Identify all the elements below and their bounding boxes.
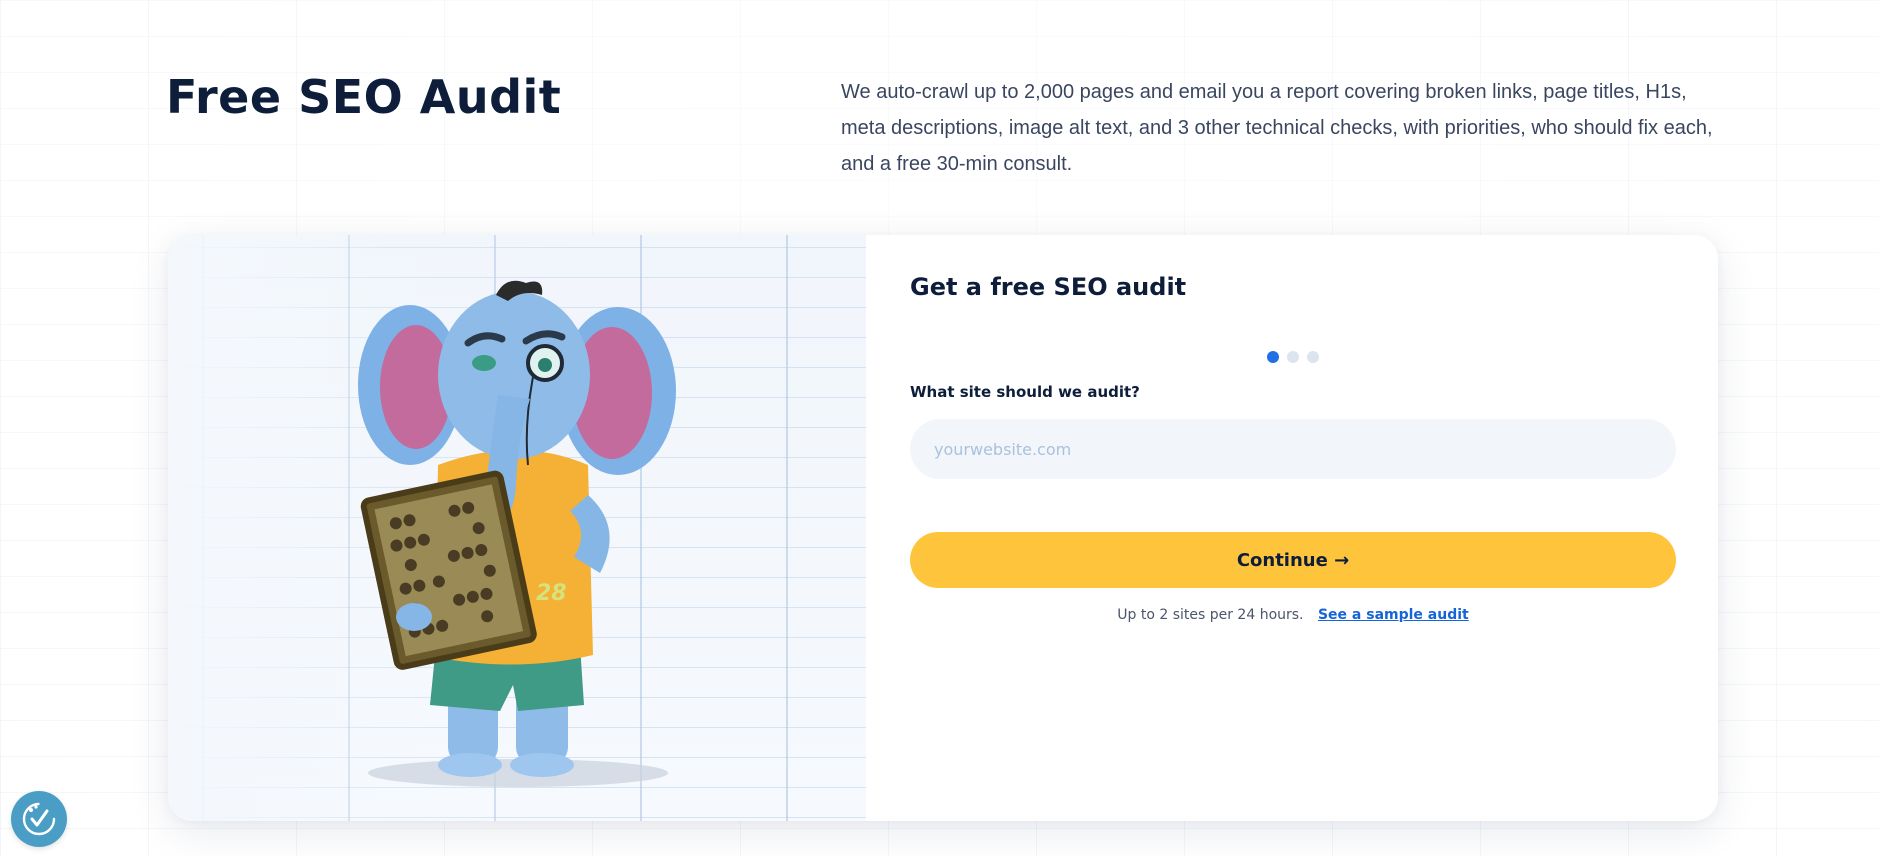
- accessibility-check-icon: [22, 802, 56, 836]
- site-field-label: What site should we audit?: [910, 383, 1140, 401]
- audit-form: Get a free SEO audit What site should we…: [910, 235, 1680, 821]
- step-dot-3: [1307, 351, 1319, 363]
- audit-card: 28 Get a free SEO audit What site should…: [168, 235, 1718, 821]
- site-url-input[interactable]: [910, 419, 1676, 479]
- page-description: We auto-crawl up to 2,000 pages and emai…: [841, 81, 1713, 175]
- page-title: Free SEO Audit: [166, 70, 562, 124]
- form-title: Get a free SEO audit: [910, 273, 1187, 301]
- continue-button[interactable]: Continue →: [910, 532, 1676, 588]
- page: Free SEO Audit We auto-crawl up to 2,000…: [0, 0, 1879, 856]
- step-dot-1: [1267, 351, 1279, 363]
- illustration-panel: 28: [168, 235, 866, 821]
- sample-audit-link[interactable]: See a sample audit: [1318, 607, 1469, 623]
- step-indicator: [910, 351, 1676, 363]
- limit-text: Up to 2 sites per 24 hours.: [1117, 607, 1304, 623]
- elephant-abacus-mascot: 28: [358, 280, 676, 787]
- audit-limit-note: Up to 2 sites per 24 hours. See a sample…: [910, 607, 1676, 623]
- step-dot-2: [1287, 351, 1299, 363]
- accessibility-button[interactable]: [11, 791, 67, 847]
- svg-text:28: 28: [536, 581, 567, 606]
